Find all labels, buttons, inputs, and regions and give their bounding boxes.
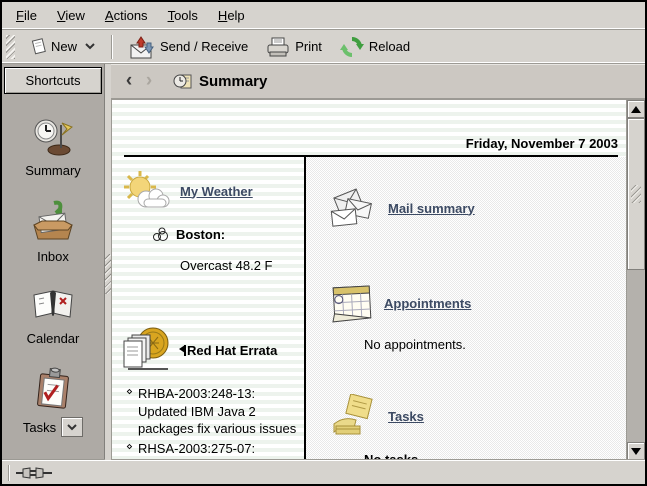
chevron-down-icon xyxy=(85,43,95,50)
menu-help[interactable]: Help xyxy=(208,4,255,27)
errata-item-desc: Updated CUPS packages fix denial of serv… xyxy=(138,458,286,460)
scrollbar-grip-icon xyxy=(631,185,641,203)
toolbar-grip[interactable] xyxy=(6,35,15,59)
menu-actions[interactable]: Actions xyxy=(95,4,158,27)
errata-item-code: RHSA-2003:275-07: xyxy=(138,441,255,456)
evolution-window: File View Actions Tools Help New xyxy=(0,0,647,486)
send-receive-label: Send / Receive xyxy=(160,39,248,54)
toolbar: New Send / Receive xyxy=(2,30,645,64)
summary-right-column: Mail summary xyxy=(306,157,626,460)
back-button[interactable]: ‹ xyxy=(119,71,139,91)
view-header: ‹ › Summary xyxy=(111,64,645,99)
sidebar-item-calendar-label: Calendar xyxy=(27,331,80,346)
summary-header-icon xyxy=(173,72,193,91)
menu-view[interactable]: View xyxy=(47,4,95,27)
sidebar-item-calendar[interactable]: Calendar xyxy=(27,285,80,346)
calendar-icon xyxy=(30,285,76,325)
summary-content: Friday, November 7 2003 xyxy=(112,100,626,460)
appointments-link[interactable]: Appointments xyxy=(384,296,471,311)
print-label: Print xyxy=(295,39,322,54)
arrow-up-icon xyxy=(631,106,641,113)
summary-date: Friday, November 7 2003 xyxy=(112,100,626,153)
my-weather-link[interactable]: My Weather xyxy=(180,184,253,199)
reload-icon xyxy=(340,36,364,58)
menu-tools[interactable]: Tools xyxy=(158,4,208,27)
sidebar-item-inbox-label: Inbox xyxy=(37,249,69,264)
errata-item[interactable]: RHBA-2003:248-13: Updated IBM Java 2 pac… xyxy=(126,385,298,438)
no-appointments-text: No appointments. xyxy=(364,337,626,352)
errata-item[interactable]: RHSA-2003:275-07: Updated CUPS packages … xyxy=(126,440,298,460)
scrollbar-track[interactable] xyxy=(627,118,645,442)
menu-bar: File View Actions Tools Help xyxy=(2,2,645,30)
shortcuts-group-button[interactable]: Shortcuts xyxy=(4,67,102,94)
sidebar-item-tasks-label: Tasks xyxy=(23,420,56,435)
forward-button[interactable]: › xyxy=(139,71,159,91)
cloud-glyph-icon xyxy=(150,227,170,242)
appointments-icon xyxy=(328,283,374,323)
mail-summary-link[interactable]: Mail summary xyxy=(388,201,475,216)
tasks-icon xyxy=(32,367,74,411)
errata-flag-icon xyxy=(184,345,186,356)
menu-file[interactable]: File xyxy=(6,4,47,27)
no-tasks-text: No tasks xyxy=(364,452,626,460)
arrow-down-icon xyxy=(631,448,641,455)
mail-summary-icon xyxy=(328,187,378,229)
summary-icon xyxy=(31,115,75,157)
new-document-icon xyxy=(30,38,46,56)
sidebar-item-inbox[interactable]: Inbox xyxy=(30,199,76,264)
vertical-scrollbar[interactable] xyxy=(626,100,645,460)
errata-item-desc: Updated IBM Java 2 packages fix various … xyxy=(138,404,296,437)
new-button[interactable]: New xyxy=(23,34,102,60)
status-bar xyxy=(2,460,645,484)
print-button[interactable]: Print xyxy=(259,32,329,62)
errata-title: Red Hat Errata xyxy=(184,343,277,358)
errata-icon xyxy=(120,325,174,375)
send-receive-icon xyxy=(129,35,155,59)
statusbar-grip xyxy=(8,465,10,481)
reload-button[interactable]: Reload xyxy=(333,32,417,62)
sidebar-item-summary-label: Summary xyxy=(25,163,81,178)
send-receive-button[interactable]: Send / Receive xyxy=(122,31,255,63)
print-icon xyxy=(266,36,290,58)
sidebar-item-tasks[interactable]: Tasks xyxy=(23,367,83,437)
weather-report: Overcast 48.2 F xyxy=(180,258,298,273)
tasks-combo-button[interactable] xyxy=(61,417,83,437)
online-status-icon[interactable] xyxy=(16,466,52,480)
errata-item-code: RHBA-2003:248-13: xyxy=(138,386,255,401)
scroll-up-button[interactable] xyxy=(627,100,645,118)
shortcuts-label: Shortcuts xyxy=(26,73,81,88)
view-title: Summary xyxy=(199,73,267,90)
toolbar-separator xyxy=(111,35,113,59)
app-body: Shortcuts Summary xyxy=(2,64,645,460)
inbox-icon xyxy=(30,199,76,243)
weather-icon xyxy=(120,169,170,213)
summary-left-column: My Weather Boston xyxy=(112,157,306,460)
scrollbar-thumb[interactable] xyxy=(627,118,645,270)
weather-location: Boston: xyxy=(176,227,225,242)
scroll-down-button[interactable] xyxy=(627,442,645,460)
new-button-label: New xyxy=(51,39,77,54)
errata-list: RHBA-2003:248-13: Updated IBM Java 2 pac… xyxy=(126,385,298,460)
tasks-link[interactable]: Tasks xyxy=(388,409,424,424)
shortcuts-sidebar: Shortcuts Summary xyxy=(2,64,105,460)
reload-label: Reload xyxy=(369,39,410,54)
splitter-grip-icon xyxy=(105,254,111,294)
sidebar-item-summary[interactable]: Summary xyxy=(25,115,81,178)
main-pane: ‹ › Summary Friday, November 7 2003 xyxy=(111,64,645,460)
tasks-summary-icon xyxy=(328,394,378,438)
pane-splitter[interactable] xyxy=(105,64,111,460)
